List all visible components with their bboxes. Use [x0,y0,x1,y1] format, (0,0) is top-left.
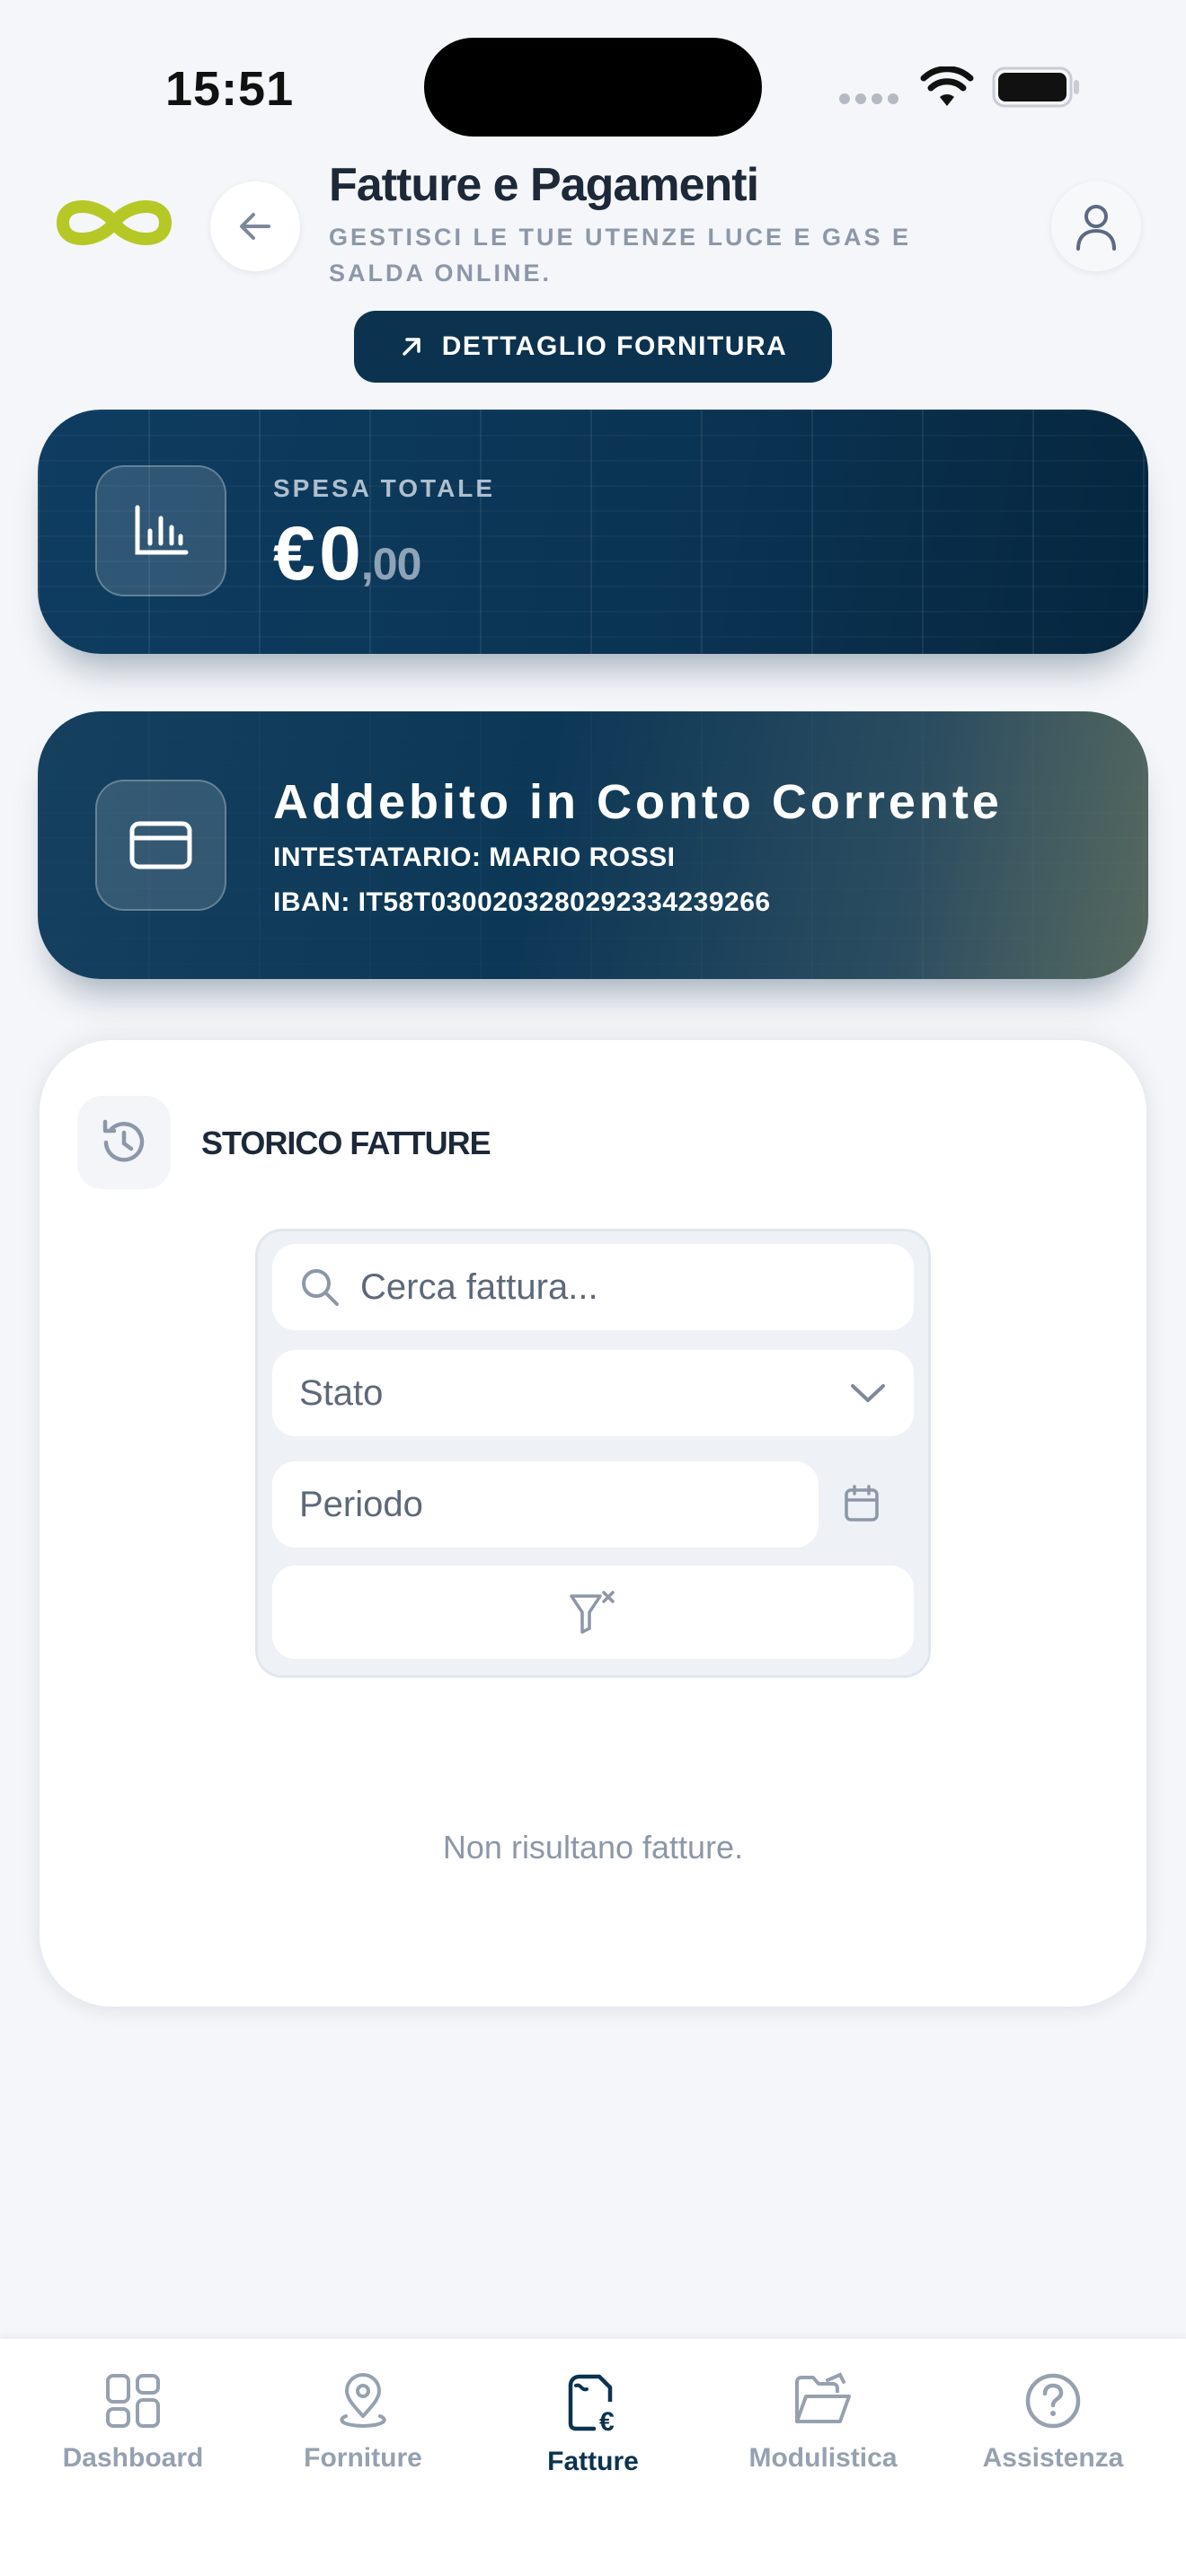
period-placeholder: Periodo [299,1484,423,1524]
nav-label-modulistica: Modulistica [748,2443,898,2473]
chevron-down-icon [851,1384,885,1402]
total-currency: € [273,511,315,595]
chart-icon-box [95,465,226,596]
bottom-navigation: Dashboard Forniture € Fatture Modulistic… [0,2339,1186,2576]
cellular-signal-icon [839,93,898,104]
invoice-filters: Cerca fattura... Stato Periodo [255,1229,931,1678]
brand-logo-icon [56,200,173,245]
invoice-euro-icon: € [568,2374,615,2434]
nav-item-assistenza[interactable]: Assistenza [945,2371,1161,2474]
empty-state-text: Non risultano fatture. [442,1829,744,1866]
status-select[interactable]: Stato [272,1350,914,1436]
clear-filters-button[interactable] [272,1566,914,1659]
nav-item-fatture[interactable]: € Fatture [485,2371,701,2477]
folder-open-icon [795,2372,851,2423]
arrow-left-icon [240,213,270,240]
total-amount: 0 [319,511,361,595]
total-label: SPESA TOTALE [273,474,496,502]
user-icon [1076,205,1116,251]
nav-label-dashboard: Dashboard [62,2443,204,2473]
back-button[interactable] [210,181,300,271]
grid-icon [106,2374,160,2428]
credit-card-icon [129,821,192,869]
bar-chart-icon [135,505,189,555]
invoice-history-panel: STORICO FATTURE Cerca fattura... Stato P… [40,1040,1146,2007]
profile-button[interactable] [1051,181,1141,271]
detail-supply-label: DETTAGLIO FORNITURA [441,331,788,361]
svg-text:€: € [599,2407,615,2434]
payment-method-title: Addebito in Conto Corrente [273,775,1003,829]
nav-label-forniture: Forniture [304,2443,422,2473]
page-subtitle: GESTISCI LE TUE UTENZE LUCE E GAS E SALD… [329,224,912,287]
help-circle-icon [1025,2373,1081,2429]
invoice-history-title: STORICO FATTURE [201,1125,491,1161]
search-placeholder: Cerca fattura... [360,1266,598,1307]
history-icon [102,1119,145,1162]
map-pin-icon [340,2373,386,2429]
detail-supply-button[interactable]: DETTAGLIO FORNITURA [354,311,832,383]
nav-item-modulistica[interactable]: Modulistica [715,2371,931,2474]
nav-item-forniture[interactable]: Forniture [255,2371,471,2474]
status-time: 15:51 [165,62,295,116]
history-icon-box [77,1096,171,1189]
account-holder: INTESTATARIO: MARIO ROSSI [273,842,676,872]
card-icon-box [95,780,226,911]
iban-text: IBAN: IT58T0300203280292334239266 [273,887,771,917]
status-select-label: Stato [299,1372,384,1413]
total-spending-card: SPESA TOTALE € 0,00 [38,410,1148,654]
search-icon [302,1269,339,1306]
payment-method-card[interactable]: Addebito in Conto Corrente INTESTATARIO:… [38,711,1148,979]
invoice-search-input[interactable]: Cerca fattura... [272,1244,914,1330]
nav-label-assistenza: Assistenza [982,2443,1124,2473]
nav-item-dashboard[interactable]: Dashboard [25,2371,241,2474]
battery-icon [992,66,1079,108]
total-decimals: ,00 [360,539,422,589]
filter-clear-icon [570,1591,615,1634]
arrow-up-right-icon [402,338,420,356]
calendar-icon[interactable] [844,1485,880,1522]
page-title: Fatture e Pagamenti [329,159,759,211]
total-value: € 0,00 [273,510,422,597]
period-input[interactable]: Periodo [272,1461,819,1548]
wifi-icon [920,66,974,106]
dynamic-island [424,38,762,137]
nav-label-fatture: Fatture [547,2447,639,2476]
